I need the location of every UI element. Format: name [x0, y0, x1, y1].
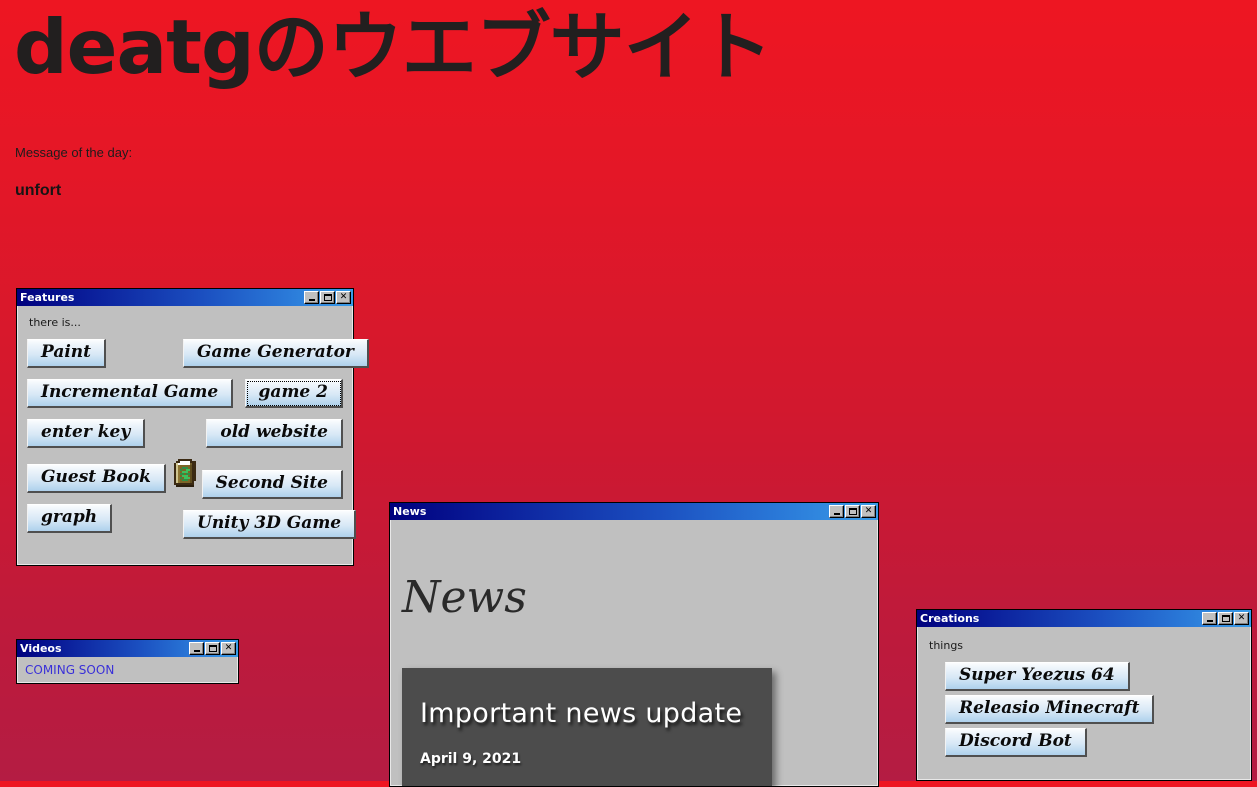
guest-book-row: Guest Book	[27, 459, 207, 493]
minimize-icon[interactable]	[189, 642, 204, 655]
minimize-icon[interactable]	[1202, 612, 1217, 625]
window-features[interactable]: Features ✕ there is... Paint Incremental…	[16, 288, 369, 566]
button-guest-book[interactable]: Guest Book	[27, 464, 166, 493]
news-article-card[interactable]: Important news update April 9, 2021	[402, 668, 772, 786]
button-enter-key[interactable]: enter key	[27, 419, 146, 448]
close-icon[interactable]: ✕	[221, 642, 236, 655]
button-discord-bot[interactable]: Discord Bot	[945, 728, 1087, 757]
news-article-headline: Important news update	[420, 698, 743, 729]
titlebar-creations[interactable]: Creations ✕	[917, 610, 1251, 627]
window-controls[interactable]: ✕	[304, 291, 351, 304]
page-title: deatgのウエブサイト	[14, 3, 773, 91]
features-hint: there is...	[29, 316, 81, 329]
features-left-column: Paint Incremental Game enter key Guest B…	[27, 339, 234, 544]
button-paint[interactable]: Paint	[27, 339, 107, 368]
features-button-columns: Paint Incremental Game enter key Guest B…	[27, 339, 369, 554]
creations-button-list: Super Yeezus 64 Releasio Minecraft Disco…	[927, 662, 1241, 757]
close-icon[interactable]: ✕	[861, 505, 876, 518]
button-second-site[interactable]: Second Site	[201, 470, 343, 499]
window-body-features: there is... Paint Incremental Game enter…	[17, 306, 369, 564]
close-icon[interactable]: ✕	[336, 291, 351, 304]
window-title-news: News	[393, 505, 427, 518]
minimize-icon[interactable]	[304, 291, 319, 304]
news-article-date: April 9, 2021	[420, 751, 522, 767]
creations-hint: things	[929, 639, 964, 652]
close-glyph: ✕	[339, 292, 348, 302]
message-of-the-day-value: unfort	[15, 182, 62, 199]
maximize-icon[interactable]	[1218, 612, 1233, 625]
news-heading: News	[402, 572, 527, 623]
maximize-icon[interactable]	[205, 642, 220, 655]
window-body-news: News Important news update April 9, 2021	[390, 520, 878, 786]
titlebar-videos[interactable]: Videos ✕	[17, 640, 238, 657]
window-videos[interactable]: Videos ✕ COMING SOON	[16, 639, 239, 684]
button-game-generator[interactable]: Game Generator	[183, 339, 369, 368]
minimize-icon[interactable]	[829, 505, 844, 518]
window-body-videos: COMING SOON	[17, 657, 238, 685]
button-super-yeezus-64[interactable]: Super Yeezus 64	[945, 662, 1130, 691]
window-controls[interactable]: ✕	[189, 642, 236, 655]
window-controls[interactable]: ✕	[1202, 612, 1249, 625]
message-of-the-day-label: Message of the day:	[15, 145, 133, 160]
close-icon[interactable]: ✕	[1234, 612, 1249, 625]
window-title-creations: Creations	[920, 612, 980, 625]
button-game-2[interactable]: game 2	[244, 379, 343, 408]
button-old-website[interactable]: old website	[206, 419, 343, 448]
button-graph[interactable]: graph	[27, 504, 113, 533]
titlebar-features[interactable]: Features ✕	[17, 289, 353, 306]
window-title-features: Features	[20, 291, 75, 304]
close-glyph: ✕	[224, 643, 233, 653]
window-news[interactable]: News ✕ News Important news update April …	[389, 502, 879, 787]
window-title-videos: Videos	[20, 642, 62, 655]
button-unity-3d-game[interactable]: Unity 3D Game	[183, 510, 357, 539]
features-right-column: Game Generator game 2 old website Second…	[183, 339, 369, 550]
button-releasio-minecraft[interactable]: Releasio Minecraft	[945, 695, 1155, 724]
window-controls[interactable]: ✕	[829, 505, 876, 518]
maximize-icon[interactable]	[845, 505, 860, 518]
close-glyph: ✕	[1237, 613, 1246, 623]
videos-status-text: COMING SOON	[25, 663, 115, 677]
window-body-creations: things Super Yeezus 64 Releasio Minecraf…	[917, 627, 1251, 771]
maximize-icon[interactable]	[320, 291, 335, 304]
window-creations[interactable]: Creations ✕ things Super Yeezus 64 Relea…	[916, 609, 1252, 781]
close-glyph: ✕	[864, 506, 873, 516]
titlebar-news[interactable]: News ✕	[390, 503, 878, 520]
